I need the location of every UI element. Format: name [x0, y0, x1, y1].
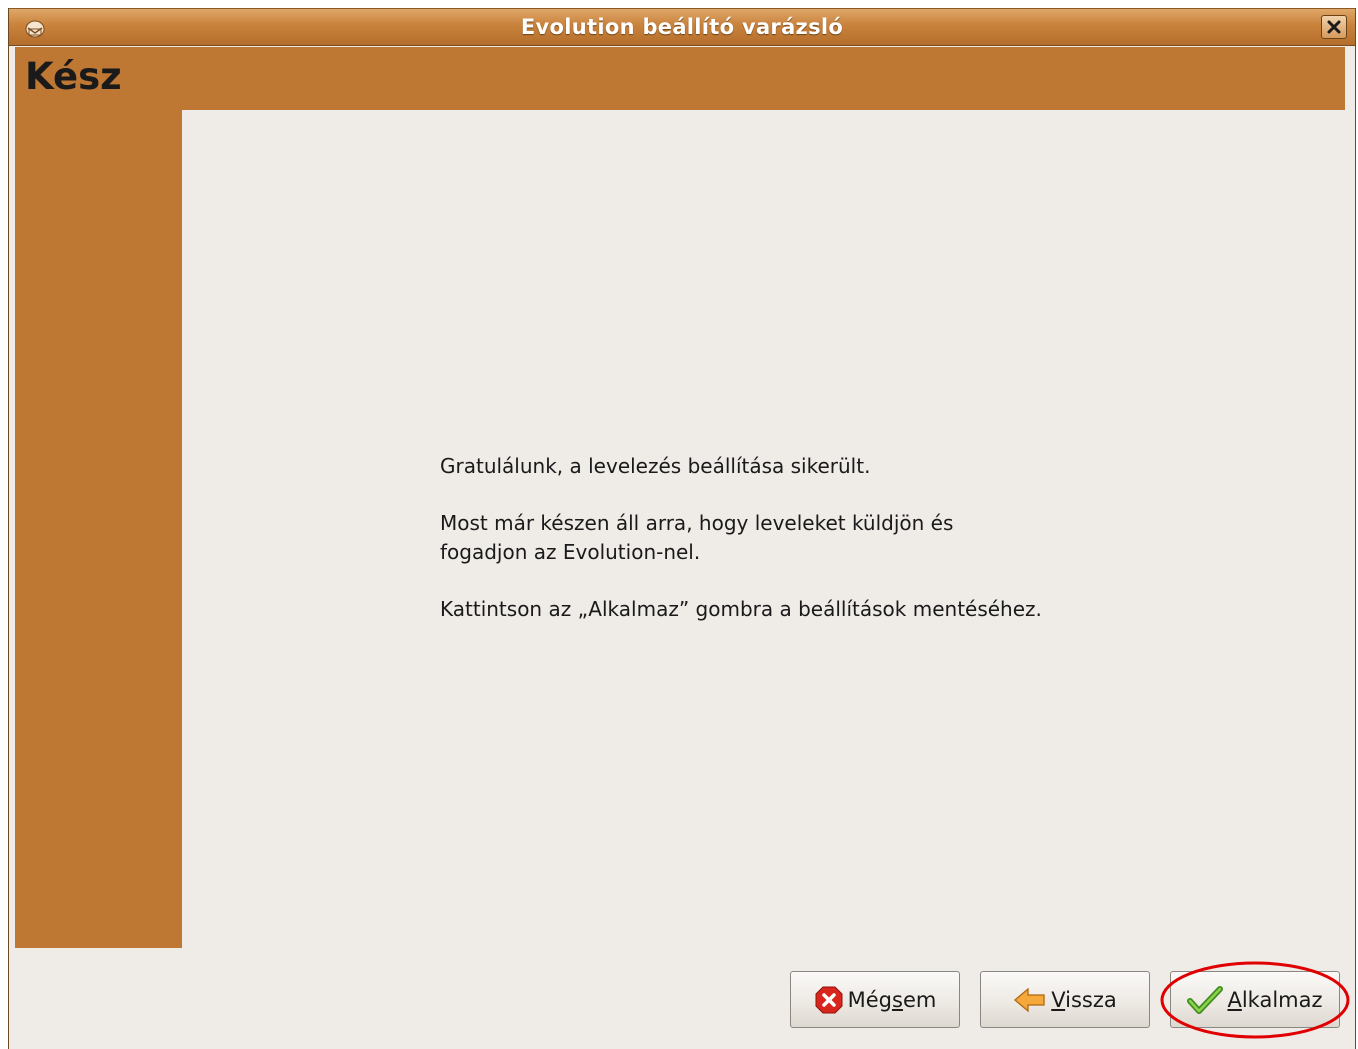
page-title: Kész	[25, 55, 122, 98]
cancel-label: Mégsem	[848, 988, 937, 1012]
back-button[interactable]: Vissza	[980, 971, 1150, 1028]
title-bar[interactable]: Evolution beállító varázsló	[9, 8, 1355, 46]
cancel-button[interactable]: Mégsem	[790, 971, 960, 1028]
apply-label-mnemonic: A	[1227, 987, 1242, 1012]
apply-button[interactable]: Alkalmaz	[1170, 971, 1340, 1028]
cancel-label-start: Még	[847, 987, 893, 1012]
apply-label: Alkalmaz	[1227, 988, 1322, 1012]
close-icon	[1327, 20, 1341, 34]
message-instruction: Kattintson az „Alkalmaz” gombra a beállí…	[440, 597, 1042, 621]
cancel-icon	[814, 985, 844, 1015]
back-label-mnemonic: V	[1051, 987, 1066, 1012]
side-panel	[15, 110, 182, 948]
back-label: Vissza	[1051, 988, 1117, 1012]
back-label-end: issza	[1065, 987, 1117, 1012]
cancel-label-end: em	[902, 987, 937, 1012]
message-congrats: Gratulálunk, a levelezés beállítása sike…	[440, 454, 871, 478]
window-title: Evolution beállító varázsló	[520, 15, 844, 39]
completion-message: Gratulálunk, a levelezés beállítása sike…	[440, 452, 1200, 652]
cancel-label-mnemonic: s	[892, 987, 903, 1012]
content-area: Gratulálunk, a levelezés beállítása sike…	[182, 110, 1345, 948]
page-header: Kész	[15, 47, 1345, 110]
apply-label-end: lkalmaz	[1241, 987, 1323, 1012]
checkmark-icon	[1187, 985, 1224, 1015]
message-ready: Most már készen áll arra, hogy leveleket…	[440, 511, 954, 564]
back-arrow-icon	[1013, 987, 1047, 1013]
close-button[interactable]	[1321, 15, 1347, 39]
